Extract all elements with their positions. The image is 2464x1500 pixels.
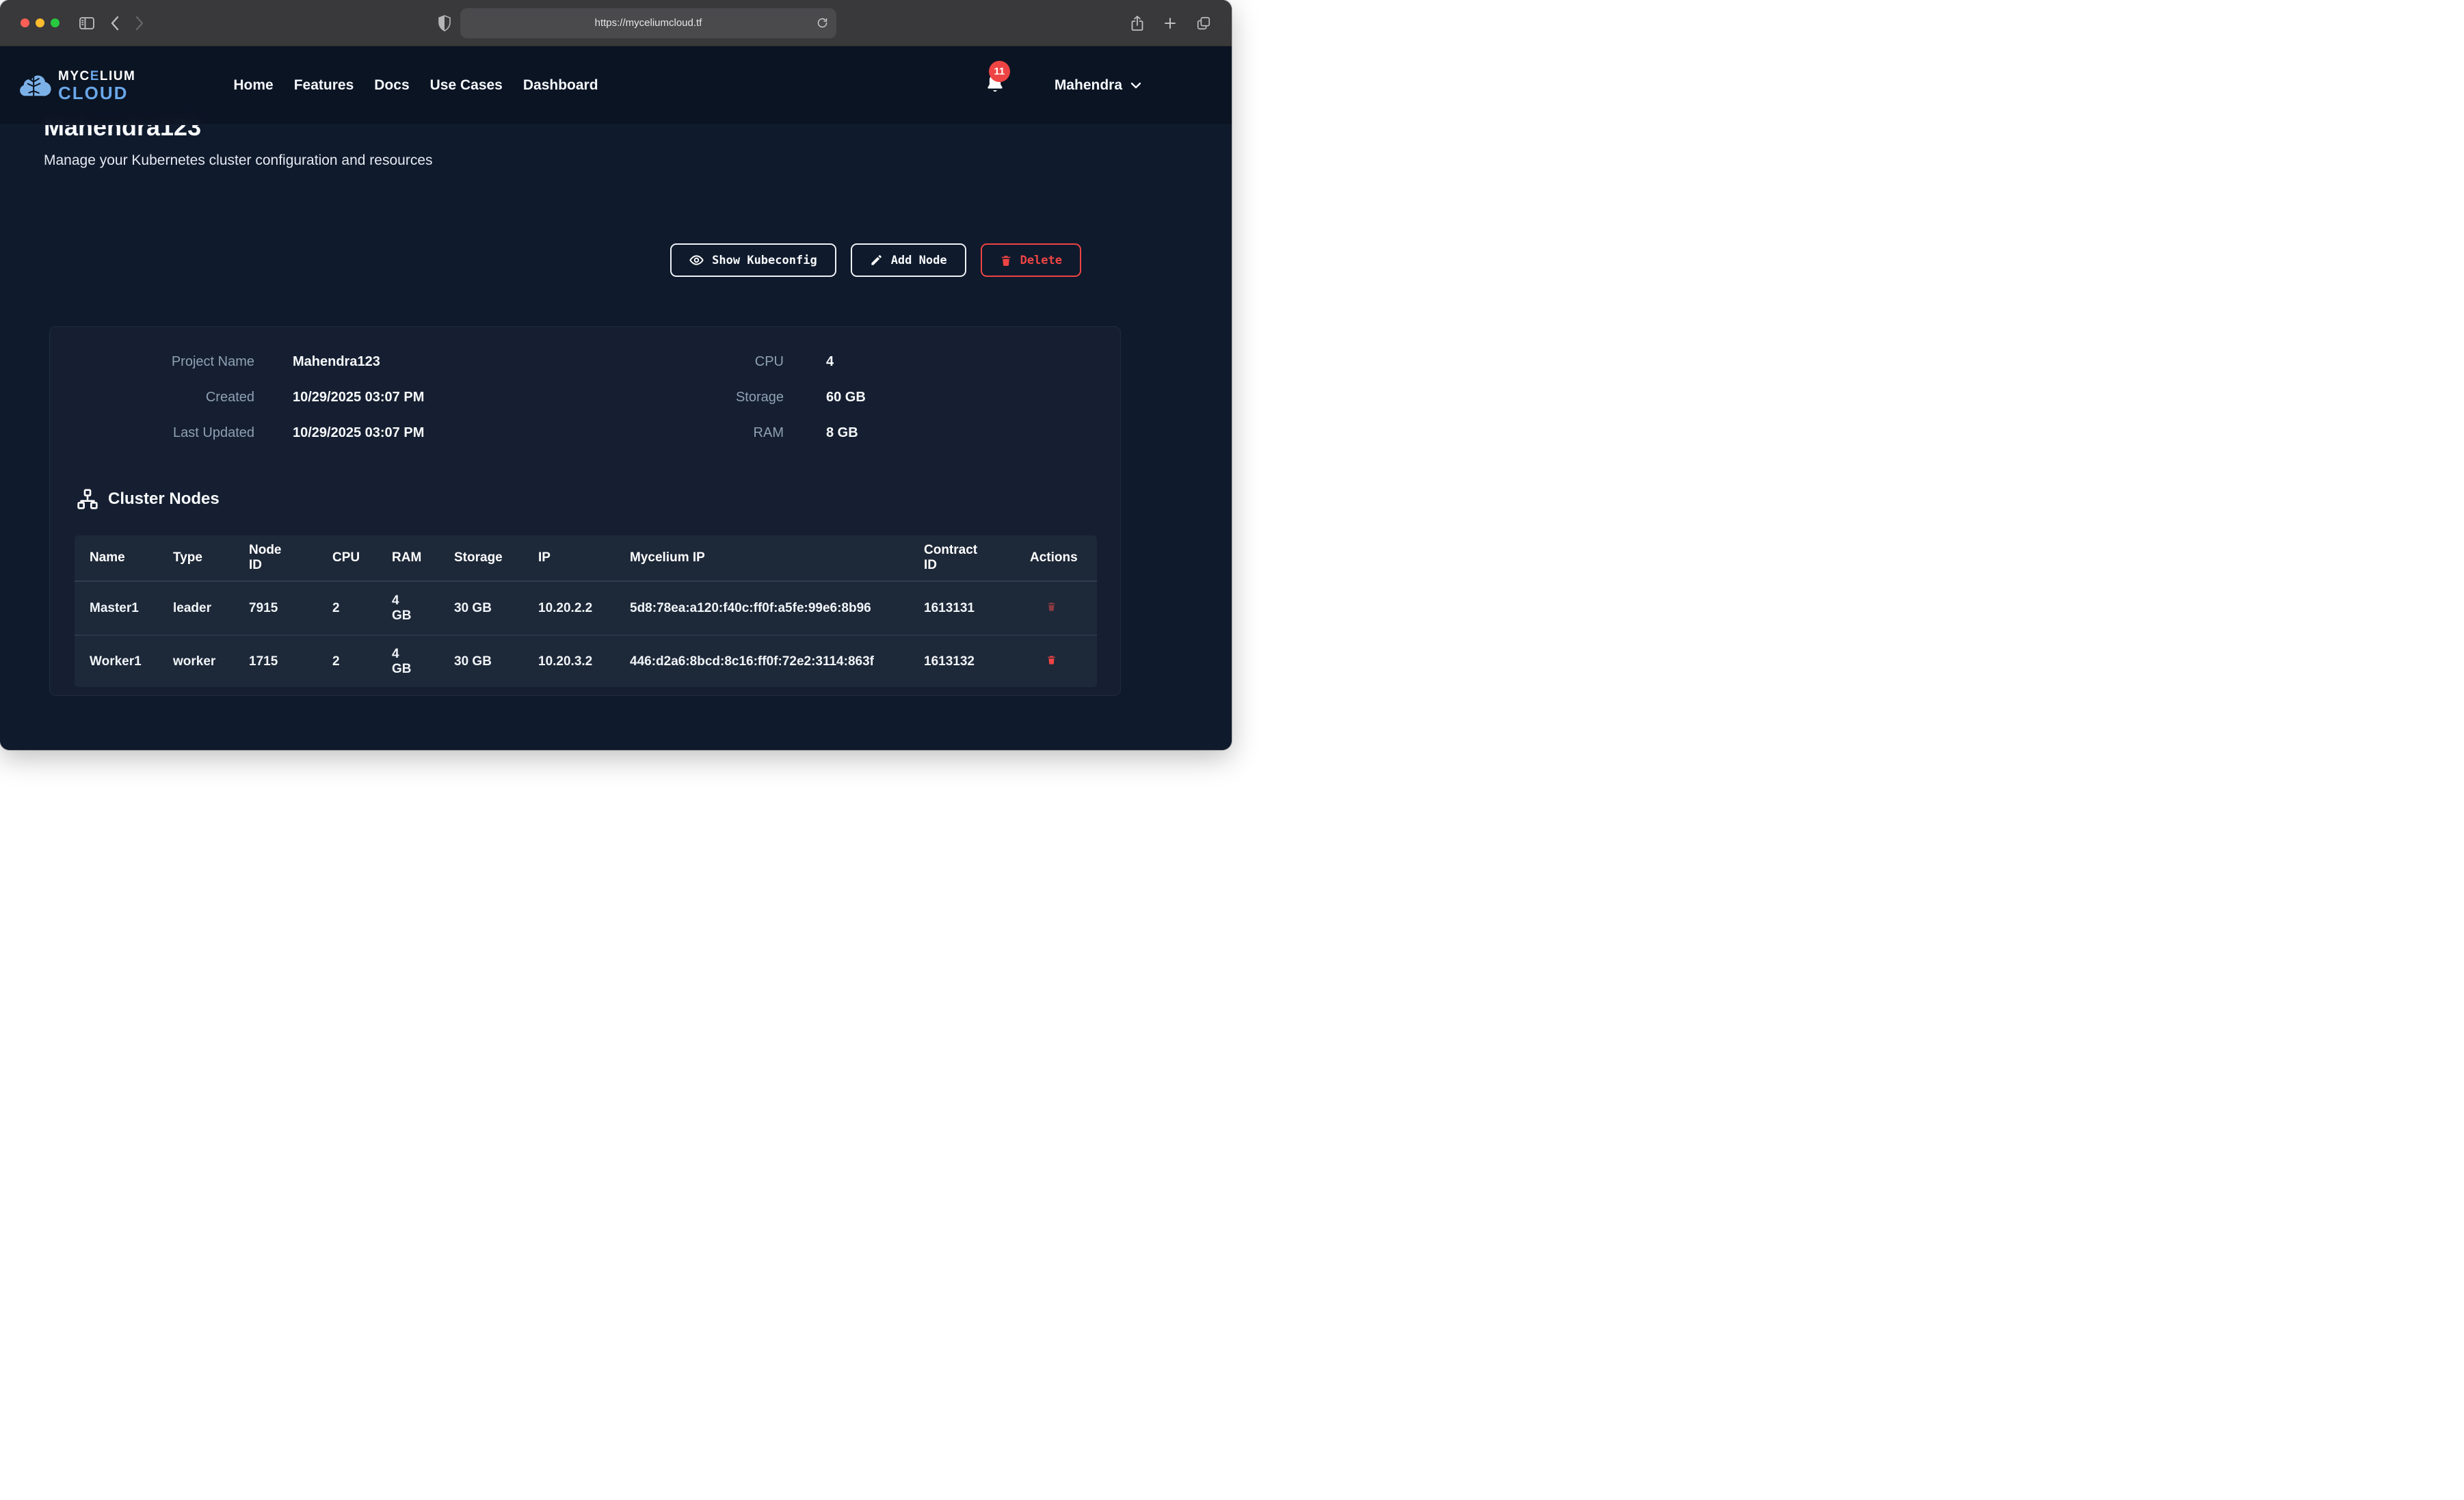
node-cpu: 2 <box>332 601 392 616</box>
details-right-column: CPU 4 Storage 60 GB RAM 8 GB <box>597 354 866 461</box>
back-button[interactable] <box>110 16 120 31</box>
project-name-value: Mahendra123 <box>293 354 380 370</box>
cluster-details-card: Project Name Mahendra123 Created 10/29/2… <box>49 326 1121 696</box>
user-name: Mahendra <box>1055 77 1122 94</box>
detail-row: Project Name Mahendra123 <box>101 354 424 371</box>
ram-value: 8 GB <box>826 425 858 441</box>
created-value: 10/29/2025 03:07 PM <box>293 390 424 405</box>
network-icon <box>77 488 98 510</box>
cluster-actions: Show Kubeconfig Add Node Delete <box>670 243 1081 277</box>
forward-button[interactable] <box>135 16 144 31</box>
created-label: Created <box>101 390 254 405</box>
browser-window: https://myceliumcloud.tf Mahendra123 <box>0 0 1232 750</box>
node-storage: 30 GB <box>454 601 538 616</box>
col-node-id: Node ID <box>249 543 332 573</box>
nav-item-home[interactable]: Home <box>233 77 273 94</box>
table-row: Master1 leader 7915 2 4 GB 30 GB 10.20.2… <box>75 582 1097 634</box>
col-ram: RAM <box>392 550 454 565</box>
ram-label: RAM <box>597 425 784 441</box>
table-row: Worker1 worker 1715 2 4 GB 30 GB 10.20.3… <box>75 634 1097 687</box>
col-mycelium-ip: Mycelium IP <box>630 550 924 565</box>
nav-item-features[interactable]: Features <box>294 77 354 94</box>
cluster-nodes-table: Name Type Node ID CPU RAM Storage IP Myc… <box>75 535 1097 687</box>
privacy-shield-icon[interactable] <box>438 15 451 31</box>
trash-icon <box>1046 600 1057 613</box>
col-contract-id: Contract ID <box>924 543 1030 573</box>
col-actions: Actions <box>1030 550 1097 565</box>
detail-row: Storage 60 GB <box>597 390 866 406</box>
col-cpu: CPU <box>332 550 392 565</box>
logo[interactable]: MYCELIUM CLOUD <box>16 69 135 103</box>
add-node-button[interactable]: Add Node <box>851 243 966 277</box>
zoom-window-button[interactable] <box>51 18 59 27</box>
node-name: Worker1 <box>90 654 173 669</box>
nav-item-docs[interactable]: Docs <box>374 77 409 94</box>
node-ram: 4 GB <box>392 593 454 624</box>
storage-value: 60 GB <box>826 390 866 405</box>
node-mycelium-ip: 446:d2a6:8bcd:8c16:ff0f:72e2:3114:863f <box>630 652 924 671</box>
delete-cluster-button[interactable]: Delete <box>981 243 1081 277</box>
close-window-button[interactable] <box>21 18 29 27</box>
node-contract-id: 1613132 <box>924 654 1030 669</box>
project-name-label: Project Name <box>101 354 254 370</box>
last-updated-label: Last Updated <box>101 425 254 441</box>
traffic-lights <box>21 18 59 27</box>
url-text: https://myceliumcloud.tf <box>595 17 702 29</box>
node-ip: 10.20.2.2 <box>538 601 630 616</box>
page-subtitle: Manage your Kubernetes cluster configura… <box>44 152 433 169</box>
sidebar-toggle-icon[interactable] <box>79 16 95 31</box>
node-id: 7915 <box>249 601 332 616</box>
detail-row: CPU 4 <box>597 354 866 371</box>
browser-titlebar: https://myceliumcloud.tf <box>0 0 1232 46</box>
col-name: Name <box>90 550 173 565</box>
top-navigation: MYCELIUM CLOUD Home Features Docs Use Ca… <box>0 46 1232 125</box>
address-bar[interactable]: https://myceliumcloud.tf <box>460 8 836 38</box>
cpu-label: CPU <box>597 354 784 370</box>
node-ram: 4 GB <box>392 647 454 677</box>
user-menu[interactable]: Mahendra <box>1055 77 1141 94</box>
tab-overview-icon[interactable] <box>1196 16 1211 31</box>
notification-badge: 11 <box>989 61 1010 82</box>
reload-icon[interactable] <box>817 17 828 29</box>
trash-icon <box>1000 254 1012 267</box>
new-tab-icon[interactable] <box>1163 16 1177 30</box>
nav-item-use-cases[interactable]: Use Cases <box>430 77 503 94</box>
node-id: 1715 <box>249 654 332 669</box>
page-content: Mahendra123 MYCELIUM CLOUD Home <box>0 46 1232 750</box>
nav-links: Home Features Docs Use Cases Dashboard <box>233 77 598 94</box>
storage-label: Storage <box>597 390 784 405</box>
table-header-row: Name Type Node ID CPU RAM Storage IP Myc… <box>75 535 1097 582</box>
node-cpu: 2 <box>332 654 392 669</box>
detail-row: Created 10/29/2025 03:07 PM <box>101 390 424 406</box>
logo-text: MYCELIUM CLOUD <box>58 70 135 102</box>
node-name: Master1 <box>90 601 173 616</box>
minimize-window-button[interactable] <box>36 18 44 27</box>
node-type: worker <box>173 654 249 669</box>
node-contract-id: 1613131 <box>924 601 1030 616</box>
detail-row: Last Updated 10/29/2025 03:07 PM <box>101 425 424 442</box>
node-type: leader <box>173 601 249 616</box>
delete-node-button[interactable] <box>1046 654 1057 666</box>
notifications-button[interactable]: 11 <box>985 72 1008 99</box>
cluster-nodes-heading: Cluster Nodes <box>77 488 220 510</box>
trash-icon <box>1046 654 1057 666</box>
col-type: Type <box>173 550 249 565</box>
node-storage: 30 GB <box>454 654 538 669</box>
last-updated-value: 10/29/2025 03:07 PM <box>293 425 424 441</box>
share-icon[interactable] <box>1130 15 1144 31</box>
chevron-down-icon <box>1130 82 1141 89</box>
eye-icon <box>689 253 704 267</box>
mycelium-cloud-logo-icon <box>16 69 53 103</box>
nav-item-dashboard[interactable]: Dashboard <box>523 77 598 94</box>
show-kubeconfig-button[interactable]: Show Kubeconfig <box>670 243 836 277</box>
col-ip: IP <box>538 550 630 565</box>
detail-row: RAM 8 GB <box>597 425 866 442</box>
node-ip: 10.20.3.2 <box>538 654 630 669</box>
details-left-column: Project Name Mahendra123 Created 10/29/2… <box>101 354 424 461</box>
pencil-icon <box>870 254 883 267</box>
delete-node-button[interactable] <box>1046 600 1057 613</box>
col-storage: Storage <box>454 550 538 565</box>
cpu-value: 4 <box>826 354 834 370</box>
node-mycelium-ip: 5d8:78ea:a120:f40c:ff0f:a5fe:99e6:8b96 <box>630 598 924 618</box>
